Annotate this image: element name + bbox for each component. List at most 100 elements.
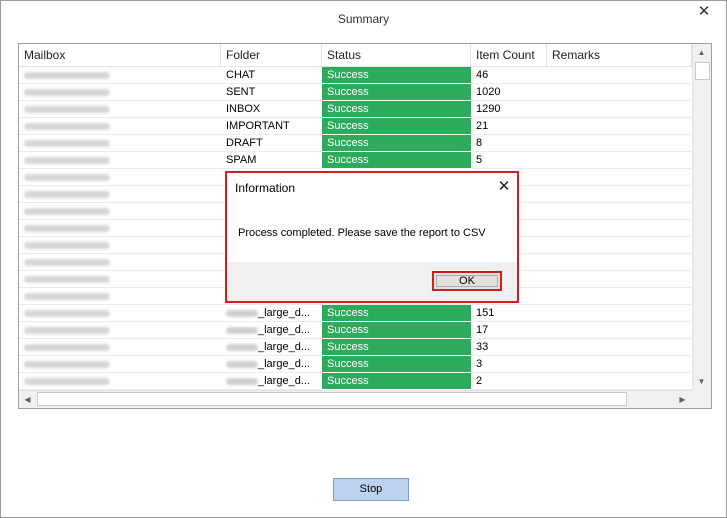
remarks-cell: [547, 152, 692, 169]
folder-cell: _large_d...: [221, 339, 322, 356]
remarks-cell: [547, 186, 692, 203]
summary-window: Summary ✕ Mailbox Folder Status Item Cou…: [0, 0, 727, 518]
folder-cell: SENT: [221, 84, 322, 101]
folder-label: SPAM: [226, 154, 257, 166]
mailbox-cell: [19, 237, 221, 254]
mailbox-cell: [19, 203, 221, 220]
redacted-mailbox: [24, 327, 110, 334]
redacted-mailbox: [24, 344, 110, 351]
status-cell: Success: [322, 67, 471, 84]
scroll-down-icon[interactable]: ▼: [693, 373, 710, 390]
redacted-mailbox: [24, 174, 110, 181]
redacted-mailbox: [24, 378, 110, 385]
table-row[interactable]: CHAT Success 46: [19, 67, 692, 84]
folder-label: _large_d...: [258, 324, 310, 336]
mailbox-cell: [19, 118, 221, 135]
remarks-cell: [547, 373, 692, 390]
folder-cell: IMPORTANT: [221, 118, 322, 135]
column-header-status[interactable]: Status: [322, 44, 471, 67]
remarks-cell: [547, 254, 692, 271]
table-row[interactable]: _large_d... Success 17: [19, 322, 692, 339]
item-count-cell: 2: [471, 373, 547, 390]
table-row[interactable]: _large_d... Success 151: [19, 305, 692, 322]
scroll-right-icon[interactable]: ▶: [674, 391, 691, 408]
remarks-cell: [547, 84, 692, 101]
folder-cell: SPAM: [221, 152, 322, 169]
redacted-mailbox: [24, 242, 110, 249]
table-row[interactable]: SPAM Success 5: [19, 152, 692, 169]
redacted-folder-prefix: [226, 310, 258, 317]
remarks-cell: [547, 67, 692, 84]
scroll-left-icon[interactable]: ◀: [19, 391, 36, 408]
table-row[interactable]: _large_d... Success 3: [19, 356, 692, 373]
column-header-remarks[interactable]: Remarks: [547, 44, 692, 67]
status-cell: Success: [322, 339, 471, 356]
remarks-cell: [547, 220, 692, 237]
remarks-cell: [547, 203, 692, 220]
vertical-scrollbar[interactable]: ▲ ▼: [692, 44, 711, 390]
dialog-close-icon[interactable]: ✕: [494, 177, 514, 197]
table-row[interactable]: IMPORTANT Success 21: [19, 118, 692, 135]
mailbox-cell: [19, 339, 221, 356]
ok-button[interactable]: OK: [432, 271, 502, 291]
folder-cell: _large_d...: [221, 305, 322, 322]
status-cell: Success: [322, 135, 471, 152]
redacted-folder-prefix: [226, 344, 258, 351]
table-row[interactable]: DRAFT Success 8: [19, 135, 692, 152]
table-row[interactable]: INBOX Success 1290: [19, 101, 692, 118]
remarks-cell: [547, 118, 692, 135]
window-close-icon[interactable]: ✕: [694, 4, 714, 22]
mailbox-cell: [19, 67, 221, 84]
status-cell: Success: [322, 118, 471, 135]
table-row[interactable]: _large_d... Success 33: [19, 339, 692, 356]
redacted-mailbox: [24, 361, 110, 368]
remarks-cell: [547, 169, 692, 186]
redacted-mailbox: [24, 310, 110, 317]
mailbox-cell: [19, 135, 221, 152]
item-count-cell: 46: [471, 67, 547, 84]
vertical-scroll-thumb[interactable]: [695, 62, 710, 80]
redacted-mailbox: [24, 293, 110, 300]
status-cell: Success: [322, 305, 471, 322]
item-count-cell: 8: [471, 135, 547, 152]
status-cell: Success: [322, 322, 471, 339]
redacted-mailbox: [24, 208, 110, 215]
redacted-mailbox: [24, 276, 110, 283]
mailbox-cell: [19, 152, 221, 169]
table-row[interactable]: _large_d... Success 2: [19, 373, 692, 390]
status-cell: Success: [322, 152, 471, 169]
remarks-cell: [547, 101, 692, 118]
folder-label: _large_d...: [258, 358, 310, 370]
item-count-cell: 21: [471, 118, 547, 135]
mailbox-cell: [19, 254, 221, 271]
item-count-cell: 3: [471, 356, 547, 373]
column-header-item-count[interactable]: Item Count: [471, 44, 547, 67]
remarks-cell: [547, 322, 692, 339]
item-count-cell: 1020: [471, 84, 547, 101]
remarks-cell: [547, 339, 692, 356]
mailbox-cell: [19, 373, 221, 390]
item-count-cell: 5: [471, 152, 547, 169]
remarks-cell: [547, 356, 692, 373]
mailbox-cell: [19, 220, 221, 237]
stop-button[interactable]: Stop: [333, 478, 409, 501]
horizontal-scrollbar[interactable]: ◀ ▶: [19, 390, 692, 408]
item-count-cell: 33: [471, 339, 547, 356]
column-header-mailbox[interactable]: Mailbox: [19, 44, 221, 67]
table-row[interactable]: SENT Success 1020: [19, 84, 692, 101]
scroll-up-icon[interactable]: ▲: [693, 44, 710, 61]
status-cell: Success: [322, 373, 471, 390]
remarks-cell: [547, 305, 692, 322]
redacted-folder-prefix: [226, 378, 258, 385]
grid-header: Mailbox Folder Status Item Count Remarks: [19, 44, 692, 67]
folder-label: CHAT: [226, 69, 256, 81]
horizontal-scroll-thumb[interactable]: [37, 392, 627, 406]
column-header-folder[interactable]: Folder: [221, 44, 322, 67]
folder-label: _large_d...: [258, 307, 310, 319]
status-cell: Success: [322, 101, 471, 118]
mailbox-cell: [19, 271, 221, 288]
folder-cell: CHAT: [221, 67, 322, 84]
status-cell: Success: [322, 356, 471, 373]
folder-label: INBOX: [226, 103, 261, 115]
remarks-cell: [547, 271, 692, 288]
